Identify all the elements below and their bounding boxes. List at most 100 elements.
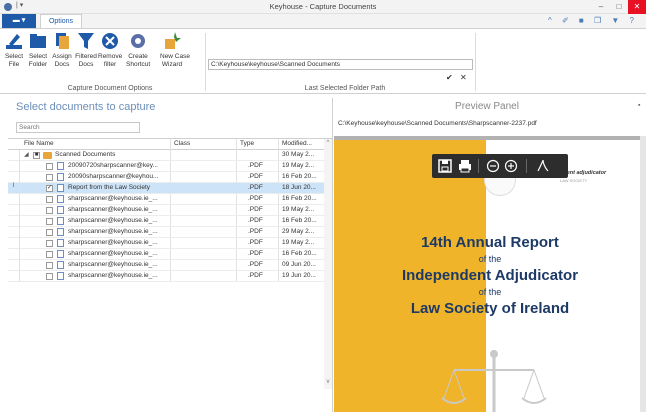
create-shortcut-label-1: Create xyxy=(128,53,148,60)
column-file-name[interactable]: File Name xyxy=(24,140,54,147)
modified-cell: 09 Jun 20... xyxy=(282,261,316,268)
row-checkbox[interactable] xyxy=(46,163,53,170)
print-icon[interactable] xyxy=(458,159,472,173)
grid-scrollbar[interactable]: ^ v xyxy=(324,139,332,389)
row-checkbox[interactable]: ■ xyxy=(33,152,40,159)
up-arrow-icon[interactable]: ^ xyxy=(548,16,556,25)
column-type[interactable]: Type xyxy=(240,140,254,147)
row-checkbox[interactable] xyxy=(46,262,53,269)
remove-filter-button[interactable]: Remove filter xyxy=(98,31,122,69)
file-name-cell: sharpscanner@keyhouse.ie_... xyxy=(68,250,158,257)
row-indicator xyxy=(8,150,20,161)
select-file-label-1: Select xyxy=(4,53,24,60)
table-row[interactable]: sharpscanner@keyhouse.ie_... .PDF 19 May 2… xyxy=(8,238,324,249)
preview-scrollbar[interactable] xyxy=(640,136,646,412)
toolbar-divider xyxy=(478,159,479,173)
pdf-page: ndent adjudicator LAW SOCIETY 14th Annua… xyxy=(334,140,646,412)
table-row[interactable]: 20090720sharpscanner@key... .PDF 19 May 2.… xyxy=(8,161,324,172)
folder-path-input[interactable]: C:\Keyhouse\keyhouse\Scanned Documents xyxy=(208,59,473,70)
save-icon[interactable] xyxy=(438,159,452,173)
assign-docs-label-1: Assign xyxy=(52,53,72,60)
create-shortcut-button[interactable]: Create Shortcut xyxy=(126,31,150,69)
expand-collapse-icon[interactable]: ◢ xyxy=(24,151,29,158)
modified-cell: 29 May 2... xyxy=(282,228,315,235)
folder-icon[interactable]: ■ xyxy=(579,16,588,25)
zoom-out-icon[interactable] xyxy=(486,159,500,173)
filter-icon[interactable]: ▼ xyxy=(611,16,623,25)
cancel-path-icon[interactable]: ✕ xyxy=(460,73,467,82)
type-cell: .PDF xyxy=(248,173,263,180)
report-line-5: Law Society of Ireland xyxy=(410,300,570,317)
select-file-button[interactable]: Select File xyxy=(2,31,26,69)
column-class[interactable]: Class xyxy=(174,140,190,147)
pdf-toolbar xyxy=(432,154,568,178)
table-row[interactable]: sharpscanner@keyhouse.ie_... .PDF 19 Jun 2… xyxy=(8,271,324,282)
search-input[interactable] xyxy=(16,122,140,133)
preview-pane: Preview Panel ▪ C:\Keyhouse\keyhouse\Sca… xyxy=(334,98,646,412)
row-indicator xyxy=(8,161,20,172)
folder-path-group-label: Last Selected Folder Path xyxy=(304,85,386,92)
tab-options[interactable]: Options xyxy=(40,14,82,28)
ribbon: Select File Select Folder Assign Docs Fi… xyxy=(0,28,646,94)
table-row[interactable]: sharpscanner@keyhouse.ie_... .PDF 16 Feb 2… xyxy=(8,216,324,227)
document-icon xyxy=(57,173,64,181)
select-folder-button[interactable]: Select Folder xyxy=(26,31,50,69)
docs-icon[interactable]: ❐ xyxy=(594,16,605,25)
acrobat-icon[interactable] xyxy=(536,159,550,173)
type-cell: .PDF xyxy=(248,228,263,235)
row-checkbox[interactable] xyxy=(46,240,53,247)
new-case-wizard-button[interactable]: New Case Wizard xyxy=(160,31,190,69)
document-icon xyxy=(57,195,64,203)
scroll-down-icon[interactable]: v xyxy=(324,379,332,385)
row-checkbox[interactable] xyxy=(46,196,53,203)
adjudicator-subheading: LAW SOCIETY xyxy=(560,178,588,183)
folder-row[interactable]: ◢ ■ Scanned Documents 30 May 2... xyxy=(8,150,324,161)
confirm-path-icon[interactable]: ✔ xyxy=(446,73,453,82)
minimize-button[interactable]: – xyxy=(592,0,610,14)
toolbar-divider xyxy=(526,159,527,173)
table-row[interactable]: sharpscanner@keyhouse.ie_... .PDF 29 May 2… xyxy=(8,227,324,238)
folder-icon xyxy=(43,152,52,159)
row-checkbox[interactable] xyxy=(46,207,53,214)
row-checkbox[interactable] xyxy=(46,174,53,181)
table-row[interactable]: sharpscanner@keyhouse.ie_... .PDF 19 May 2… xyxy=(8,205,324,216)
filtered-docs-button[interactable]: Filtered Docs xyxy=(74,31,98,69)
file-tab[interactable]: ▬ ▾ xyxy=(2,14,36,28)
modified-cell: 16 Feb 20... xyxy=(282,173,317,180)
modified-cell: 19 May 2... xyxy=(282,239,315,246)
file-name-cell: sharpscanner@keyhouse.ie_... xyxy=(68,261,158,268)
pin-icon[interactable]: ▪ xyxy=(638,102,640,109)
row-checkbox[interactable] xyxy=(46,218,53,225)
maximize-button[interactable]: □ xyxy=(610,0,628,14)
table-row[interactable]: sharpscanner@keyhouse.ie_... .PDF 09 Jun 2… xyxy=(8,260,324,271)
zoom-in-icon[interactable] xyxy=(504,159,518,173)
table-row[interactable]: sharpscanner@keyhouse.ie_... .PDF 16 Feb 2… xyxy=(8,194,324,205)
row-checkbox[interactable] xyxy=(46,229,53,236)
pdf-viewer[interactable]: ndent adjudicator LAW SOCIETY 14th Annua… xyxy=(334,136,646,412)
brush-icon[interactable]: ✐ xyxy=(562,16,573,25)
file-name-cell: Report from the Law Society xyxy=(68,184,151,191)
assign-docs-button[interactable]: Assign Docs xyxy=(50,31,74,69)
select-folder-label-2: Folder xyxy=(28,61,48,68)
scroll-up-icon[interactable]: ^ xyxy=(324,140,332,146)
document-icon xyxy=(57,228,64,236)
row-indicator xyxy=(8,172,20,183)
row-checkbox[interactable]: ✓ xyxy=(46,185,53,192)
document-icon xyxy=(57,261,64,269)
table-row[interactable]: 20090sharpscanner@keyhou... .PDF 16 Feb 20… xyxy=(8,172,324,183)
column-modified[interactable]: Modified... xyxy=(282,140,312,147)
help-icon[interactable]: ? xyxy=(630,16,638,25)
report-line-3: Independent Adjudicator xyxy=(401,267,579,284)
row-indicator xyxy=(8,216,20,227)
close-button[interactable]: ✕ xyxy=(628,0,646,14)
table-row[interactable]: I ✓ Report from the Law Society .PDF 18 Jun … xyxy=(8,183,324,194)
modified-cell: 30 May 2... xyxy=(282,151,315,158)
row-checkbox[interactable] xyxy=(46,251,53,258)
remove-circle-icon xyxy=(102,33,118,49)
table-row[interactable]: sharpscanner@keyhouse.ie_... .PDF 16 Feb 2… xyxy=(8,249,324,260)
select-file-label-2: File xyxy=(8,61,20,68)
tab-strip-icons[interactable]: ^ ✐ ■ ❐ ▼ ? xyxy=(548,16,638,25)
row-checkbox[interactable] xyxy=(46,273,53,280)
select-folder-label-1: Select xyxy=(28,53,48,60)
pane-title: Select documents to capture xyxy=(16,101,156,113)
